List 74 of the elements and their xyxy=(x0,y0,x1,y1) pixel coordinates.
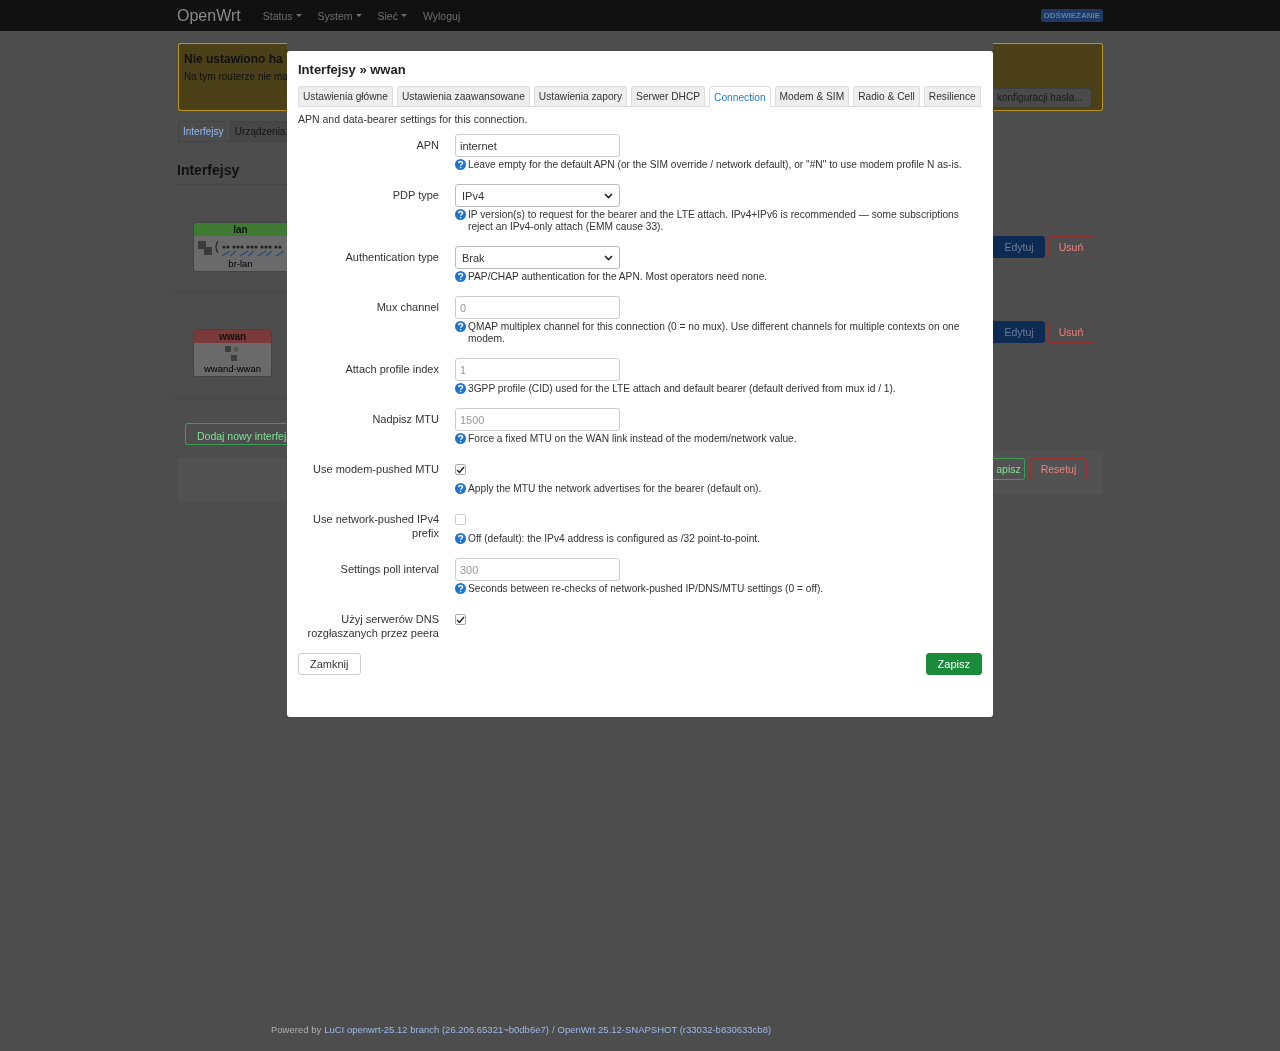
interface-name: wwan xyxy=(194,330,271,343)
chevron-icon xyxy=(604,254,613,261)
menu-item[interactable]: Wyloguj xyxy=(422,9,461,22)
separator-text: / xyxy=(551,1024,555,1035)
close-button[interactable]: Zamknij xyxy=(298,653,361,675)
edit-button[interactable]: Edytuj xyxy=(993,321,1045,343)
text-field[interactable]: 1 xyxy=(455,358,620,381)
device-name: br-lan xyxy=(228,258,253,269)
field-label: PDP type xyxy=(391,188,439,203)
text-field[interactable]: 0 xyxy=(455,296,620,319)
menu-item[interactable]: Status xyxy=(262,9,302,22)
tab[interactable]: Resilience xyxy=(923,86,981,106)
dialog-title: Interfejsy » wwan xyxy=(298,62,407,77)
tab[interactable]: Radio & Cell xyxy=(853,86,920,106)
help-icon xyxy=(455,321,466,332)
help-icon xyxy=(455,433,466,444)
tab[interactable]: Interfejsy xyxy=(178,121,226,141)
device-name: wwand-wwan xyxy=(204,363,261,374)
field-label: Settings poll interval xyxy=(339,562,439,577)
help-text: Apply the MTU the network advertises for the bearer (default on). xyxy=(468,483,762,495)
tab[interactable]: Ustawienia zapory xyxy=(533,86,628,106)
help-text: IP version(s) to request for the bearer and the LTE attach. IPv4+IPv6 is recommended — some subscriptions reject an IPv4-only attach (EMM cause 33). xyxy=(468,209,960,233)
section-description: APN and data-bearer settings for this connection. xyxy=(298,113,529,125)
text-field[interactable]: internet xyxy=(455,134,620,157)
help-text: Leave empty for the default APN (or the SIM override / network default), or "#N" to use modem profile N as-is. xyxy=(468,159,962,171)
dropdown[interactable]: IPv4 xyxy=(455,184,620,207)
field-label: Use network-pushed IPv4 prefix xyxy=(312,512,439,541)
add-interface-button[interactable]: Dodaj nowy interfej xyxy=(185,423,287,445)
tab[interactable]: Connection xyxy=(709,86,771,107)
help-text: Off (default): the IPv4 address is configured as /32 point-to-point. xyxy=(468,533,760,545)
help-icon xyxy=(455,383,466,394)
footer-link[interactable]: OpenWrt 25.12-SNAPSHOT (r33032-b830633cb8) xyxy=(557,1024,772,1035)
chevron-icon xyxy=(604,192,613,199)
checkbox[interactable] xyxy=(455,614,466,625)
field-label: Authentication type xyxy=(344,250,439,265)
dropdown[interactable]: Brak xyxy=(455,246,620,269)
help-text: Seconds between re-checks of network-pushed IP/DNS/MTU settings (0 = off). xyxy=(468,583,824,595)
help-icon xyxy=(455,159,466,170)
save-button[interactable]: apisz xyxy=(993,458,1025,480)
field-label: APN xyxy=(415,138,439,153)
interface-name: lan xyxy=(194,223,287,236)
help-icon xyxy=(455,483,466,494)
help-icon xyxy=(455,583,466,594)
delete-button[interactable]: Usuń xyxy=(1048,321,1094,343)
delete-button[interactable]: Usuń xyxy=(1048,236,1094,258)
field-label: Attach profile index xyxy=(344,362,439,377)
help-text: PAP/CHAP authentication for the APN. Most operators need none. xyxy=(468,271,768,283)
brand-logo[interactable]: OpenWrt xyxy=(177,6,241,25)
tab[interactable]: Modem & SIM xyxy=(774,86,850,106)
help-text: 3GPP profile (CID) used for the LTE attach and default bearer (default derived from mux id / 1). xyxy=(468,383,896,395)
help-text: Force a fixed MTU on the WAN link instead of the modem/network value. xyxy=(468,433,797,445)
edit-button[interactable]: Edytuj xyxy=(993,236,1045,258)
tab[interactable]: Ustawienia główne xyxy=(298,86,393,106)
help-text: QMAP multiplex channel for this connection (0 = no mux). Use different channels for multiple contexts on one modem. xyxy=(468,321,961,345)
help-icon xyxy=(455,533,466,544)
menu-item[interactable]: Sieć xyxy=(377,9,407,22)
help-icon xyxy=(455,209,466,220)
refresh-badge: ODŚWIEŻANIE xyxy=(1040,9,1103,22)
checkbox[interactable] xyxy=(455,464,466,475)
field-label: Nadpisz MTU xyxy=(371,412,439,427)
menu-item[interactable]: System xyxy=(317,9,362,22)
field-label: Mux channel xyxy=(375,300,439,315)
reset-button[interactable]: Resetuj xyxy=(1030,458,1087,480)
text-field[interactable]: 300 xyxy=(455,558,620,581)
field-label: Use modem-pushed MTU xyxy=(312,462,439,477)
text-field[interactable]: 1500 xyxy=(455,408,620,431)
footer-text: Powered by xyxy=(271,1024,322,1035)
field-label: Użyj serwerów DNS rozgłaszanych przez peera xyxy=(306,612,439,640)
warning-title: Nie ustawiono ha xyxy=(184,52,284,66)
footer-link[interactable]: LuCI openwrt-25.12 branch (26.206.65321~b0db6e7) xyxy=(324,1024,549,1035)
tab[interactable]: Serwer DHCP xyxy=(631,86,706,106)
help-icon xyxy=(455,271,466,282)
tab[interactable]: Ustawienia zaawansowane xyxy=(396,86,530,106)
save-button[interactable]: Zapisz xyxy=(925,653,982,675)
